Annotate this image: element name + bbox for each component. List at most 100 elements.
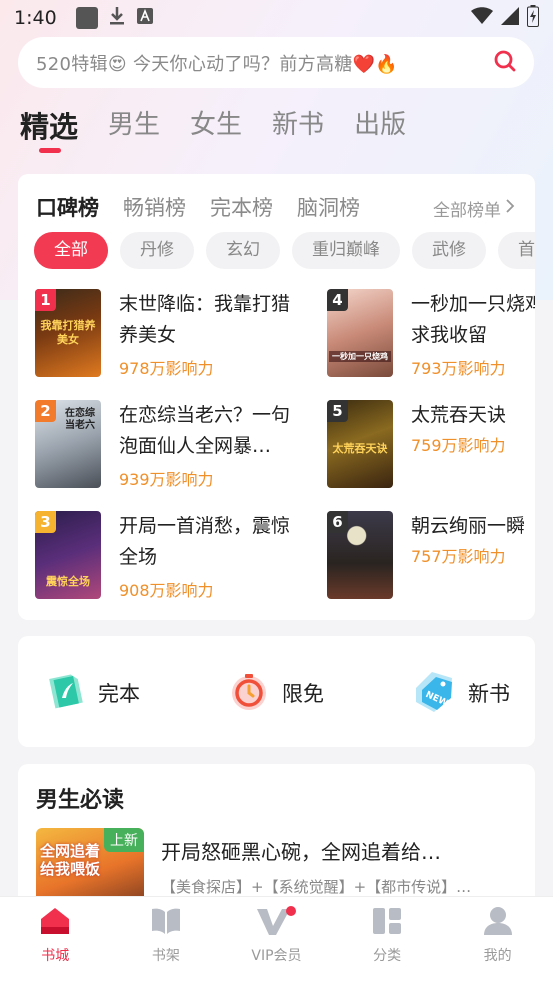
cover-title: 我靠打猎养美女 [40, 319, 96, 346]
book-title[interactable]: 开局怒砸黑心碗，全网追着给… [161, 836, 441, 865]
nav-category[interactable]: 分类 [332, 897, 443, 984]
rank-tab-reputation[interactable]: 口碑榜 [36, 192, 99, 222]
chip-all[interactable]: 全部 [34, 232, 108, 269]
tab-male[interactable]: 男生 [108, 104, 160, 154]
book-cover[interactable]: 在恋综当老六 2 [35, 400, 101, 488]
nav-profile[interactable]: 我的 [442, 897, 553, 984]
book-title[interactable]: 在恋综当老六？一句泡面仙人全网暴… [119, 400, 299, 462]
nav-label: 我的 [483, 948, 512, 964]
rank-tab-imaginative[interactable]: 脑洞榜 [297, 192, 360, 222]
book-complete-icon [42, 668, 88, 718]
ranking-book-item[interactable]: 震惊全场 3 开局一首消愁，震惊全场 908万影响力 [35, 511, 290, 601]
cover-title: 震惊全场 [46, 575, 90, 588]
cover-title: 太荒吞天诀 [332, 442, 388, 455]
chip-wuxiu[interactable]: 武修 [412, 232, 486, 269]
tab-female[interactable]: 女生 [190, 104, 242, 154]
book-tags: 【美食探店】+【系统觉醒】+【都市传说】… [161, 878, 472, 896]
quick-entry-label: 限免 [282, 682, 324, 706]
section-title: 男生必读 [36, 788, 125, 813]
tab-publishing[interactable]: 出版 [354, 104, 406, 154]
chip-richest[interactable]: 首富 [498, 232, 535, 269]
book-title[interactable]: 开局一首消愁，震惊全场 [119, 511, 299, 573]
book-cover[interactable]: 全网追着给我喂饭 上新 [36, 828, 144, 908]
cover-title: 一秒加一只烧鸡 [329, 351, 391, 362]
nav-label: 书城 [41, 948, 70, 964]
all-rankings-label: 全部榜单 [433, 201, 501, 221]
rank-badge: 6 [327, 511, 348, 533]
nav-vip[interactable]: VIP会员 [221, 897, 332, 984]
chip-return-peak[interactable]: 重归巅峰 [292, 232, 400, 269]
main-tabs: 精选 男生 女生 新书 出版 [20, 104, 436, 154]
ranking-book-item[interactable]: 一秒加一只烧鸡 4 一秒加一只烧鸡，女神跪求我收留 793万影响力 [327, 289, 535, 379]
chip-xuanhuan[interactable]: 玄幻 [206, 232, 280, 269]
book-title[interactable]: 末世降临：我靠打猎养美女 [119, 289, 299, 351]
vip-icon [255, 905, 297, 941]
quick-entry-label: 完本 [98, 682, 140, 706]
stopwatch-icon [226, 668, 272, 718]
book-influence: 757万影响力 [411, 547, 506, 566]
book-cover[interactable]: 6 [327, 511, 393, 599]
book-influence: 908万影响力 [119, 581, 214, 600]
quick-entry-card: 完本 限免 NEW 新书 [18, 636, 535, 747]
category-icon [370, 905, 404, 941]
rank-badge: 2 [35, 400, 56, 422]
new-badge: 上新 [104, 828, 144, 852]
new-tag-icon: NEW [410, 668, 458, 718]
ranking-book-item[interactable]: 6 朝云绚丽一瞬 757万影响力 [327, 511, 535, 601]
nav-bookshelf[interactable]: 书架 [111, 897, 222, 984]
signal-icon [501, 7, 519, 29]
bottom-navigation: 书城 书架 VIP会员 分类 我的 [0, 897, 553, 984]
text-app-icon [136, 7, 154, 29]
ranking-book-item[interactable]: 太荒吞天诀 5 太荒吞天诀 759万影响力 [327, 400, 535, 490]
ranking-book-item[interactable]: 在恋综当老六 2 在恋综当老六？一句泡面仙人全网暴… 939万影响力 [35, 400, 290, 490]
quick-entry-label: 新书 [468, 682, 510, 706]
bookshelf-icon [149, 905, 183, 941]
book-title[interactable]: 一秒加一只烧鸡，女神跪求我收留 [411, 289, 535, 351]
search-button[interactable] [482, 43, 528, 82]
nav-bookstore[interactable]: 书城 [0, 897, 111, 984]
book-cover[interactable]: 震惊全场 3 [35, 511, 101, 599]
book-influence: 793万影响力 [411, 359, 506, 378]
cover-title: 全网追着给我喂饭 [40, 842, 101, 878]
tab-new-books[interactable]: 新书 [272, 104, 324, 154]
book-cover[interactable]: 太荒吞天诀 5 [327, 400, 393, 488]
book-cover[interactable]: 一秒加一只烧鸡 4 [327, 289, 393, 377]
nav-label: 书架 [151, 948, 180, 964]
rank-badge: 4 [327, 289, 348, 311]
all-rankings-link[interactable]: 全部榜单 [433, 196, 515, 221]
battery-icon [527, 5, 539, 31]
status-bar: 1:40 [0, 0, 553, 36]
rank-badge: 3 [35, 511, 56, 533]
rank-tab-bestseller[interactable]: 畅销榜 [123, 192, 186, 222]
book-title[interactable]: 朝云绚丽一瞬 [411, 511, 535, 542]
rank-tab-completed[interactable]: 完本榜 [210, 192, 273, 222]
ranking-book-item[interactable]: 我靠打猎养美女 1 末世降临：我靠打猎养美女 978万影响力 [35, 289, 290, 379]
notification-app-icon [76, 7, 98, 29]
rank-badge: 5 [327, 400, 348, 422]
book-influence: 759万影响力 [411, 436, 506, 455]
download-icon [108, 5, 126, 31]
nav-label: VIP会员 [251, 948, 302, 964]
ranking-tabs: 口碑榜 畅销榜 完本榜 脑洞榜 [36, 192, 384, 222]
nav-label: 分类 [373, 948, 402, 964]
quick-entry-completed[interactable]: 完本 [42, 668, 140, 718]
book-influence: 978万影响力 [119, 359, 214, 378]
rank-badge: 1 [35, 289, 56, 311]
profile-icon [481, 905, 515, 941]
genre-chips: 全部 丹修 玄幻 重归巅峰 武修 首富 [34, 232, 535, 269]
bookstore-icon [38, 905, 72, 941]
wifi-icon [471, 7, 493, 29]
search-bar[interactable]: 520特辑😍 今天你心动了吗？前方高糖❤️🔥 [18, 37, 534, 88]
book-cover[interactable]: 我靠打猎养美女 1 [35, 289, 101, 377]
ranking-card: 口碑榜 畅销榜 完本榜 脑洞榜 全部榜单 全部 丹修 玄幻 重归巅峰 武修 首富… [18, 174, 535, 620]
tab-featured[interactable]: 精选 [20, 104, 78, 154]
status-time: 1:40 [14, 7, 57, 29]
quick-entry-free[interactable]: 限免 [226, 668, 324, 718]
book-influence: 939万影响力 [119, 470, 214, 489]
chip-danxiu[interactable]: 丹修 [120, 232, 194, 269]
search-icon [493, 49, 517, 77]
cover-title: 在恋综当老六 [65, 408, 95, 431]
quick-entry-new[interactable]: NEW 新书 [410, 668, 510, 718]
book-title[interactable]: 太荒吞天诀 [411, 400, 535, 431]
search-suggestion[interactable]: 520特辑😍 今天你心动了吗？前方高糖❤️🔥 [36, 50, 398, 76]
